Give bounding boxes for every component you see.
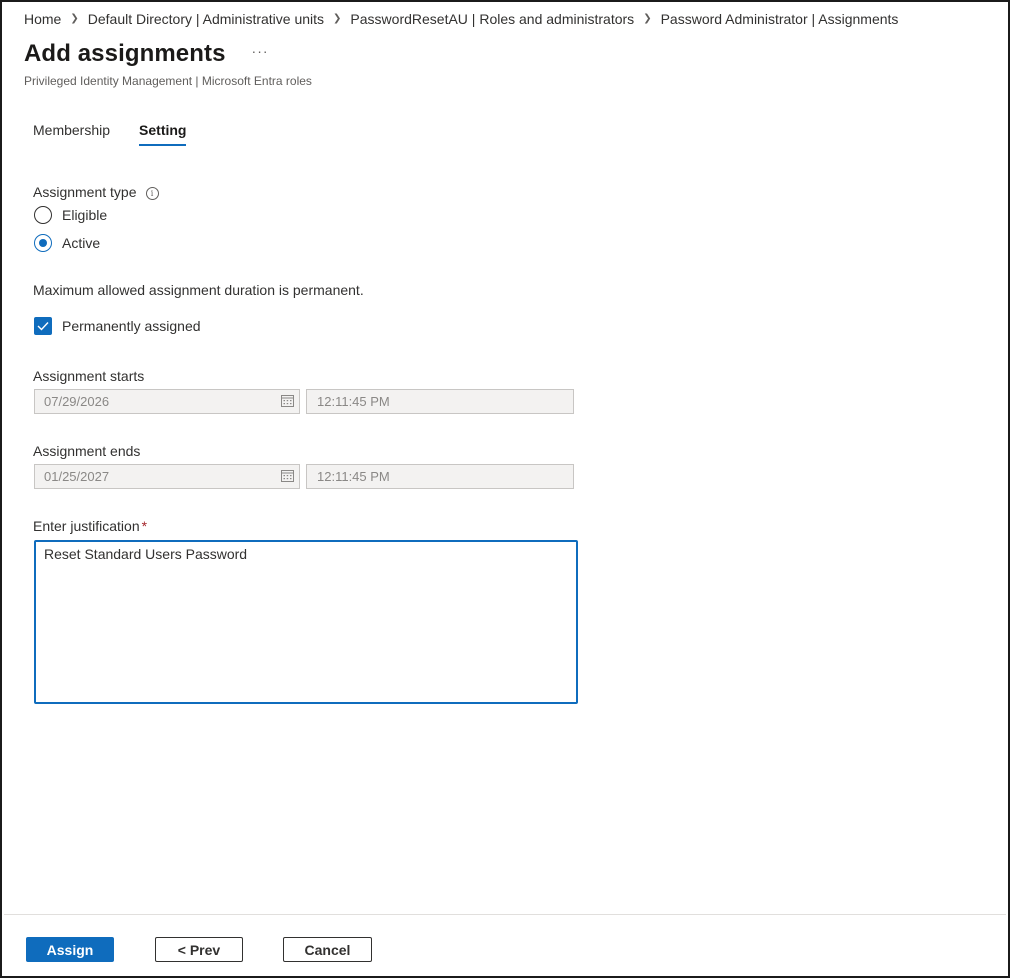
chevron-right-icon: ❯ (333, 12, 342, 24)
checkmark-icon (37, 322, 49, 331)
breadcrumb-password-administrator[interactable]: Password Administrator | Assignments (661, 11, 899, 27)
end-date-value: 01/25/2027 (44, 469, 110, 484)
chevron-right-icon: ❯ (643, 12, 652, 24)
page-subtitle: Privileged Identity Management | Microso… (24, 74, 312, 88)
title-row: Add assignments ··· (24, 40, 269, 68)
calendar-icon[interactable] (281, 395, 294, 407)
page-title: Add assignments (24, 40, 226, 67)
dialog-frame: Home ❯ Default Directory | Administrativ… (0, 0, 1010, 978)
start-date-value: 07/29/2026 (44, 394, 110, 409)
end-date-input[interactable]: 01/25/2027 (34, 464, 300, 489)
assign-button[interactable]: Assign (26, 937, 114, 962)
end-time-input[interactable]: 12:11:45 PM (306, 464, 574, 489)
radio-active-label: Active (62, 235, 101, 251)
breadcrumb-password-reset-au[interactable]: PasswordResetAU | Roles and administrato… (350, 11, 634, 27)
footer-divider (4, 914, 1006, 915)
justification-label: Enter justification * (33, 518, 147, 534)
permanently-assigned-checkbox[interactable]: Permanently assigned (34, 317, 201, 335)
cancel-button[interactable]: Cancel (283, 937, 372, 962)
chevron-right-icon: ❯ (70, 12, 79, 24)
breadcrumb-default-directory[interactable]: Default Directory | Administrative units (88, 11, 324, 27)
tab-setting[interactable]: Setting (139, 122, 187, 146)
justification-textarea[interactable]: Reset Standard Users Password (34, 540, 578, 704)
info-icon[interactable]: i (145, 187, 159, 200)
radio-eligible[interactable]: Eligible (34, 206, 107, 224)
assignment-type-label: Assignment type i (33, 184, 159, 201)
tab-list: Membership Setting (33, 122, 215, 146)
start-date-input[interactable]: 07/29/2026 (34, 389, 300, 414)
radio-active-circle[interactable] (34, 234, 52, 252)
radio-active[interactable]: Active (34, 234, 100, 252)
assignment-type-text: Assignment type (33, 184, 137, 200)
breadcrumb-home[interactable]: Home (24, 11, 61, 27)
calendar-icon[interactable] (281, 470, 294, 482)
radio-eligible-label: Eligible (62, 207, 108, 223)
assignment-ends-label: Assignment ends (33, 443, 141, 459)
tab-membership[interactable]: Membership (33, 122, 110, 146)
start-time-input[interactable]: 12:11:45 PM (306, 389, 574, 414)
prev-button[interactable]: < Prev (155, 937, 243, 962)
checkbox-checked[interactable] (34, 317, 52, 335)
permanently-assigned-label: Permanently assigned (62, 318, 201, 334)
more-options-button[interactable]: ··· (252, 43, 269, 59)
assignment-starts-label: Assignment starts (33, 368, 145, 384)
breadcrumb: Home ❯ Default Directory | Administrativ… (24, 11, 898, 27)
justification-text: Enter justification (33, 518, 140, 534)
radio-eligible-circle[interactable] (34, 206, 52, 224)
duration-note: Maximum allowed assignment duration is p… (33, 282, 364, 298)
required-marker: * (141, 518, 148, 534)
